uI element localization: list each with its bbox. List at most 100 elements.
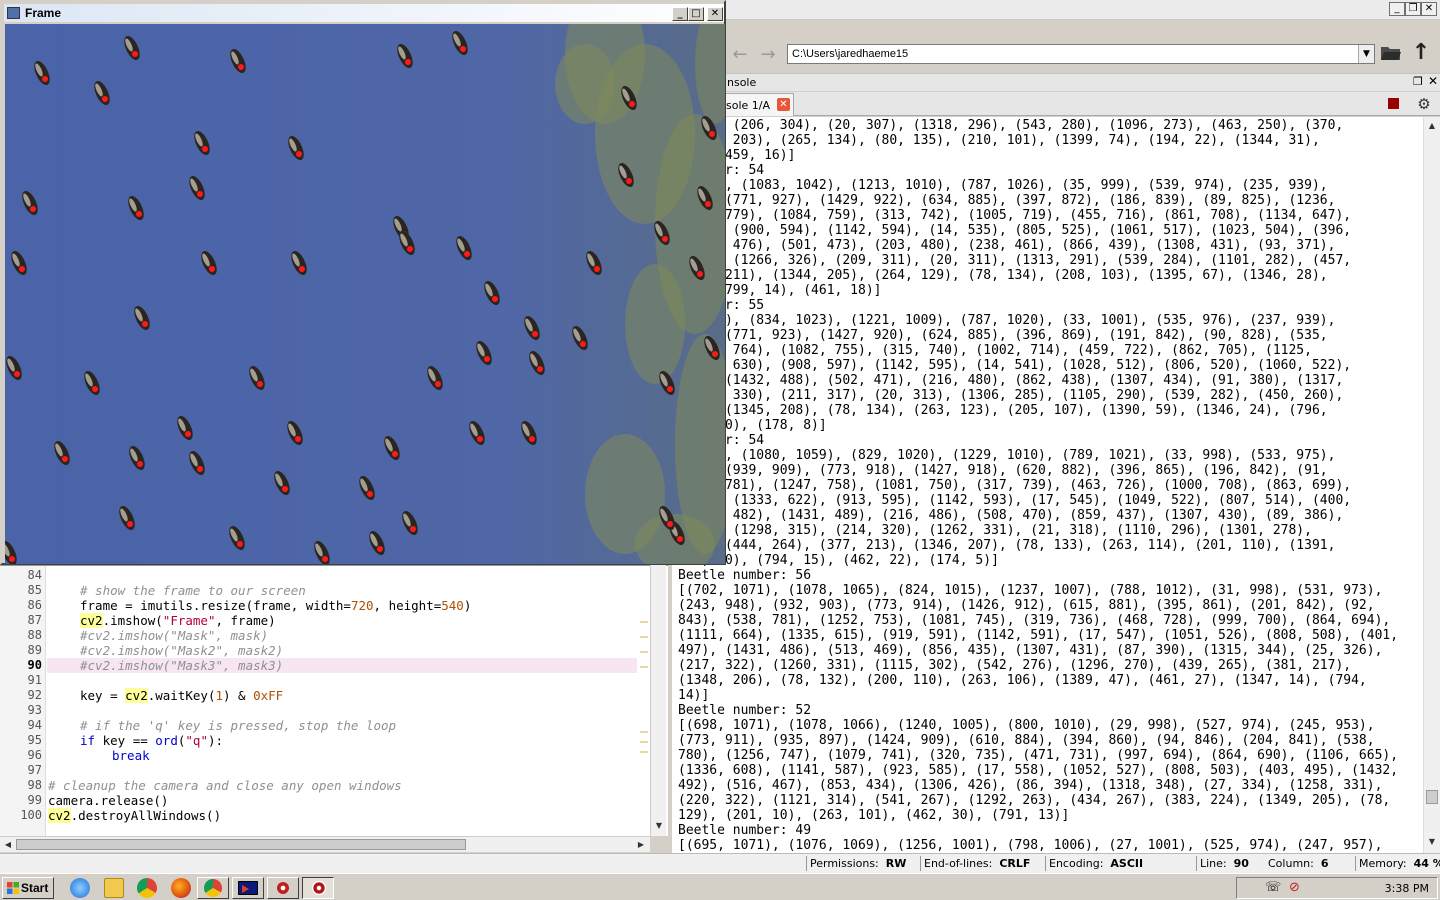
console-window-icon xyxy=(238,881,258,895)
working-directory-path: C:\Users\jaredhaeme15 xyxy=(792,48,909,60)
frame-window[interactable]: Frame _ □ ✕ xyxy=(0,0,726,565)
centroid-dot xyxy=(102,96,108,102)
undock-icon[interactable]: ❐ xyxy=(1413,75,1423,88)
centroid-dot xyxy=(136,211,142,217)
scroll-up-icon[interactable]: ▲ xyxy=(1425,119,1439,133)
close-button[interactable]: ✕ xyxy=(707,7,723,21)
volume-icon[interactable]: ⊘ xyxy=(1289,880,1300,895)
close-tab-icon[interactable]: ✕ xyxy=(777,98,790,111)
file-explorer-icon[interactable] xyxy=(104,878,124,898)
centroid-dot xyxy=(197,466,203,472)
open-folder-icon[interactable] xyxy=(1380,44,1402,62)
working-directory-combo[interactable]: C:\Users\jaredhaeme15 ▼ xyxy=(787,44,1375,64)
minimize-button[interactable]: _ xyxy=(672,7,688,21)
taskbar-frame-window[interactable] xyxy=(302,877,334,899)
warning-marker xyxy=(640,651,648,653)
gear-icon[interactable]: ⚙ xyxy=(1416,96,1432,112)
centroid-dot xyxy=(296,151,302,157)
status-bar: Permissions: RW End-of-lines: CRLF Encod… xyxy=(0,853,1440,873)
centroid-dot xyxy=(405,59,411,65)
centroid-dot xyxy=(667,386,673,392)
spyder-minimize-button[interactable]: _ xyxy=(1389,2,1405,16)
frame-titlebar[interactable]: Frame _ □ ✕ xyxy=(4,4,724,22)
centroid-dot xyxy=(662,236,668,242)
console-line: , 1053), (834, 1023), (1221, 1009), (787… xyxy=(678,313,1336,328)
scroll-down-icon[interactable]: ▼ xyxy=(1425,835,1439,849)
console-line: (217, 322), (1260, 331), (1115, 302), (5… xyxy=(678,658,1352,673)
chrome-icon[interactable] xyxy=(137,878,157,898)
spyder-icon xyxy=(277,882,289,894)
code-line-94: # if the 'q' key is pressed, stop the lo… xyxy=(80,718,397,733)
code-line-100: cv2.destroyAllWindows() xyxy=(48,808,222,823)
pane-splitter[interactable] xyxy=(668,565,672,853)
console-line: (1336, 608), (1141, 587), (923, 585), (1… xyxy=(678,763,1399,778)
editor-horizontal-scrollbar[interactable]: ◀ ▶ xyxy=(0,836,650,852)
clock[interactable]: 3:38 PM xyxy=(1385,882,1429,895)
maximize-button[interactable]: □ xyxy=(688,7,704,21)
line-number: 88 xyxy=(27,628,42,642)
editor-hscroll-thumb[interactable] xyxy=(16,839,466,850)
console-line: number: 54 xyxy=(686,433,765,448)
start-button[interactable]: Start xyxy=(2,877,54,899)
forward-arrow-icon[interactable]: → xyxy=(758,46,778,64)
console-line: 636), (900, 594), (1142, 594), (14, 535)… xyxy=(678,223,1352,238)
console-line: 317), (206, 304), (20, 307), (1318, 296)… xyxy=(678,118,1344,133)
console-line: (1348, 206), (78, 132), (200, 110), (263… xyxy=(678,673,1367,688)
centroid-dot xyxy=(19,266,25,272)
centroid-dot xyxy=(282,486,288,492)
stop-kernel-icon[interactable] xyxy=(1388,98,1399,109)
firefox-icon[interactable] xyxy=(171,878,191,898)
tab-console-1a[interactable]: sole 1/A ✕ xyxy=(724,93,794,116)
opencv-icon xyxy=(312,881,326,895)
centroid-dot xyxy=(9,556,15,562)
line-number: 90 xyxy=(27,658,42,672)
status-encoding: Encoding: ASCII xyxy=(1049,857,1144,870)
scroll-down-icon[interactable]: ▼ xyxy=(652,819,666,833)
console-scrollbar[interactable]: ▲ ▼ xyxy=(1423,117,1440,853)
console-pane-title: nsole xyxy=(727,76,757,89)
close-pane-icon[interactable]: ✕ xyxy=(1428,74,1438,88)
chevron-down-icon[interactable]: ▼ xyxy=(1358,45,1374,63)
console-line: 914), (771, 923), (1427, 920), (624, 885… xyxy=(678,328,1328,343)
centroid-dot xyxy=(42,76,48,82)
console-line: number: 55 xyxy=(686,298,765,313)
centroid-dot xyxy=(477,436,483,442)
taskbar-chrome-window[interactable] xyxy=(197,877,229,899)
console-line: Beetle number: 56 xyxy=(678,568,812,583)
centroid-dot xyxy=(295,436,301,442)
parent-directory-icon[interactable]: ↑ xyxy=(1410,42,1432,65)
console-line: (1344, 203), (265, 134), (80, 135), (210… xyxy=(678,133,1320,148)
console-output[interactable]: 317), (206, 304), (20, 307), (1318, 296)… xyxy=(672,117,1423,853)
console-line: 341), (1266, 326), (209, 311), (20, 311)… xyxy=(678,253,1352,268)
code-line-85: # show the frame to our screen xyxy=(80,583,306,598)
spyder-close-button[interactable]: ✕ xyxy=(1421,2,1437,16)
warning-marker xyxy=(640,666,648,668)
console-scroll-thumb[interactable] xyxy=(1426,790,1438,804)
line-number: 85 xyxy=(27,583,42,597)
internet-explorer-icon[interactable] xyxy=(70,878,90,898)
chrome-icon xyxy=(204,879,222,897)
centroid-dot xyxy=(460,46,466,52)
scroll-left-icon[interactable]: ◀ xyxy=(1,838,15,852)
network-icon[interactable]: ☏ xyxy=(1265,880,1281,895)
code-editor[interactable]: 84 85 86 87 88 89 90 91 92 93 94 95 96 97 98 99 100 # sh… xyxy=(0,565,668,837)
centroid-dot xyxy=(532,331,538,337)
console-line: [(702, 1071), (1078, 1065), (824, 1015),… xyxy=(678,583,1383,598)
editor-vertical-scrollbar[interactable]: ▼ xyxy=(650,565,666,836)
ipython-console-pane-header: nsole ❐ ✕ xyxy=(724,73,1440,91)
centroid-dot xyxy=(197,191,203,197)
line-number: 97 xyxy=(27,763,42,777)
taskbar-python-window[interactable] xyxy=(232,877,264,899)
console-line: (1058, 476), (501, 473), (203, 480), (23… xyxy=(678,238,1336,253)
centroid-dot xyxy=(484,356,490,362)
centroid-dot xyxy=(435,381,441,387)
console-line: 14)] xyxy=(678,688,710,703)
spyder-restore-button[interactable]: ❐ xyxy=(1405,2,1421,16)
centroid-dot xyxy=(367,491,373,497)
weed-patch xyxy=(625,264,685,384)
console-line: number: 54 xyxy=(686,163,765,178)
centroid-dot xyxy=(209,266,215,272)
scroll-right-icon[interactable]: ▶ xyxy=(634,838,648,852)
back-arrow-icon[interactable]: ← xyxy=(730,46,750,64)
taskbar-spyder-window[interactable] xyxy=(267,877,299,899)
